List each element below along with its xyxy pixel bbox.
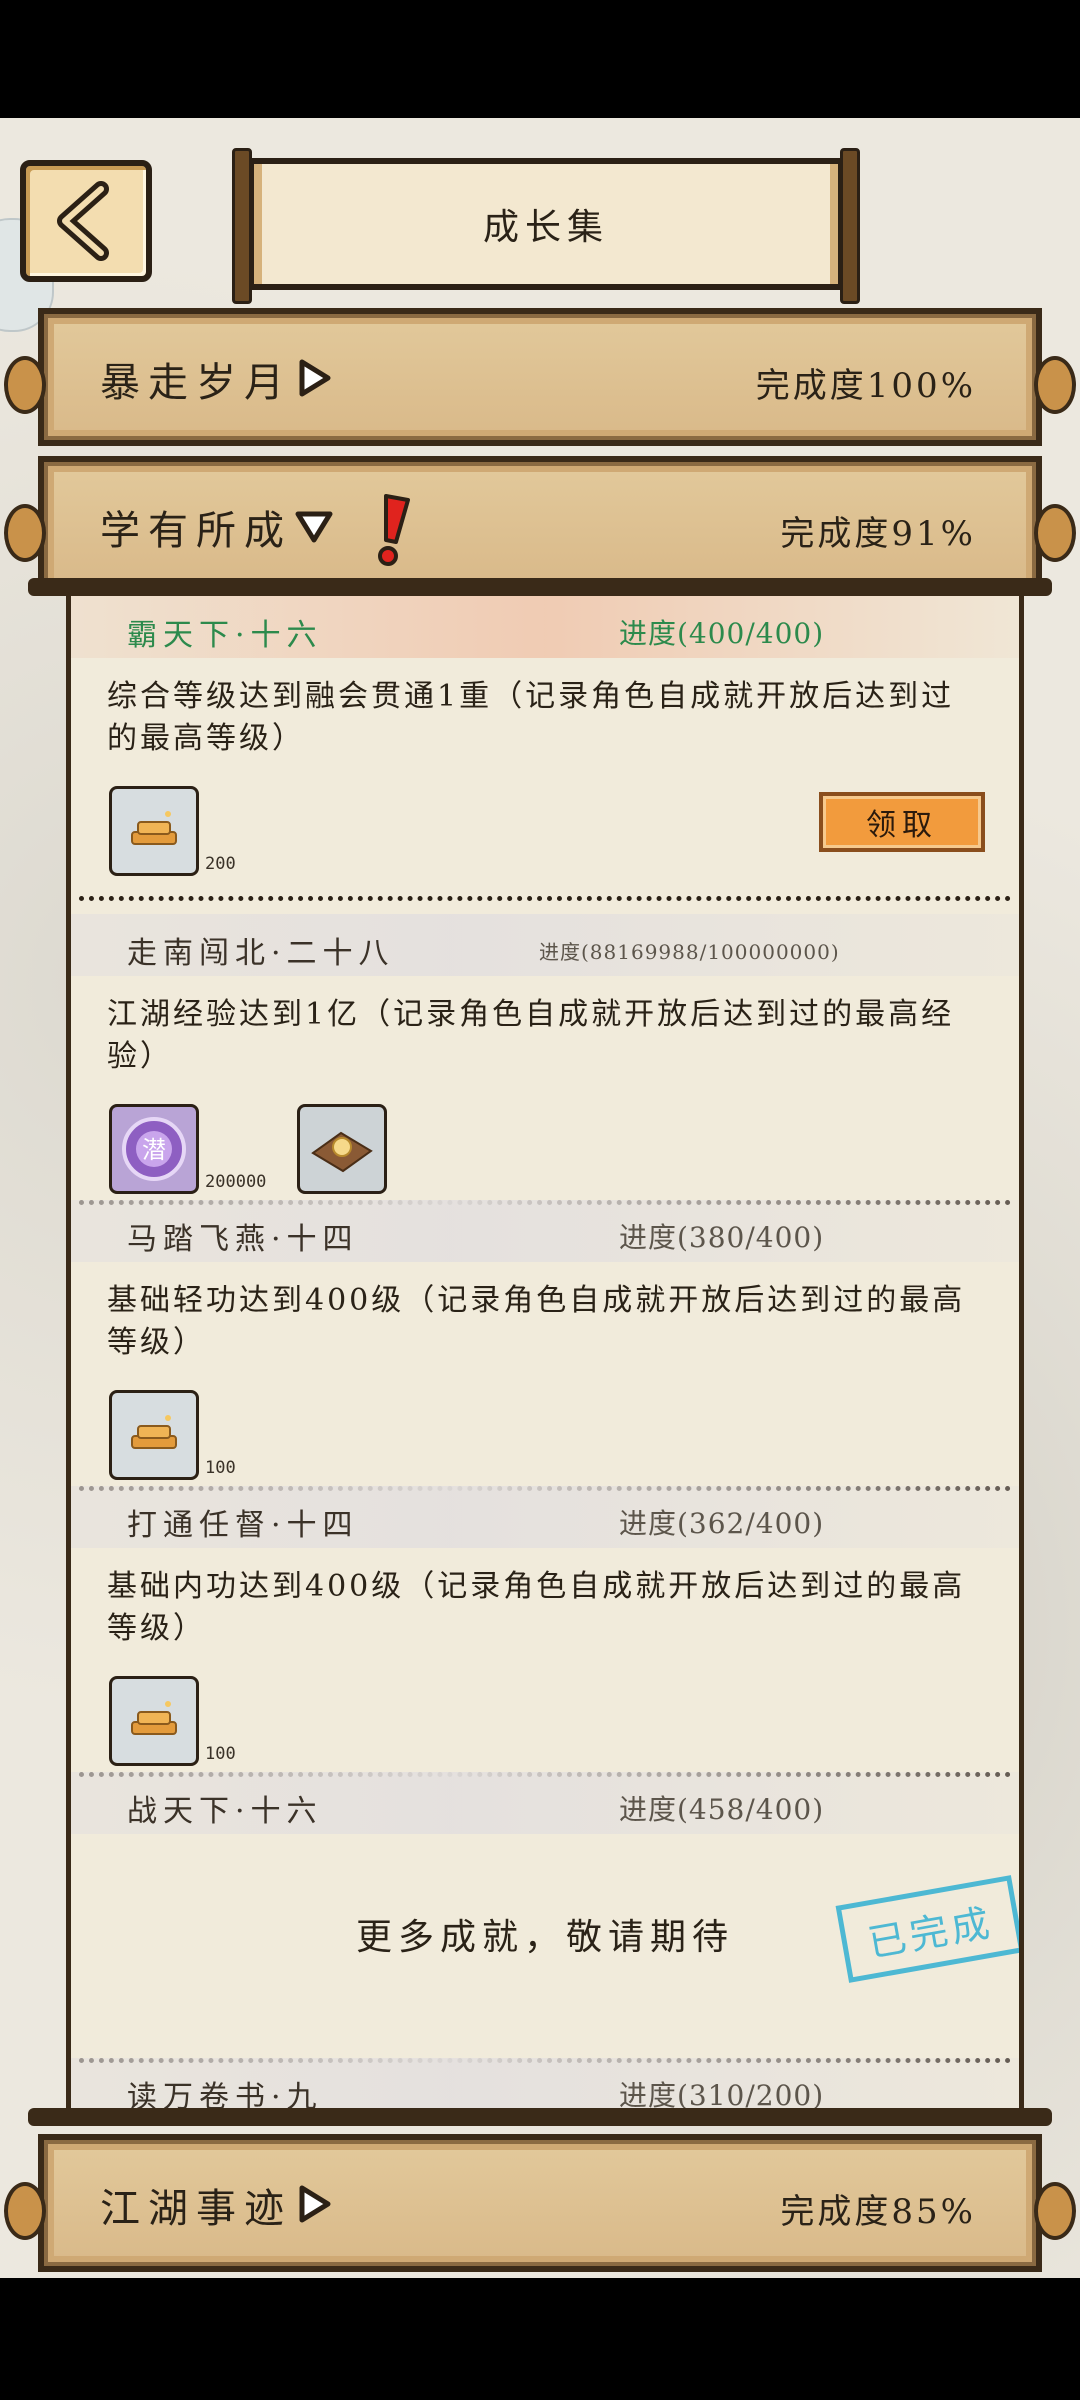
reward-count: 100 (205, 1458, 236, 1478)
item-header: 霸天下·十六 进度(400/400) (71, 596, 1019, 658)
item-description: 基础轻功达到400级（记录角色自成就开放后达到过的最高等级） (107, 1283, 966, 1360)
item-title: 战天下·十六 (127, 1794, 323, 1829)
reward-slot[interactable] (297, 1104, 387, 1194)
reward-slot[interactable] (109, 1390, 199, 1480)
page-title: 成长集 (482, 207, 609, 248)
item-description: 综合等级达到融会贯通1重（记录角色自成就开放后达到过的最高等级） (107, 679, 955, 756)
item-header: 打通任督·十四 进度(362/400) (71, 1486, 1019, 1548)
scroll-knob (4, 356, 46, 414)
page-title-scroll: 成长集 (232, 148, 860, 304)
exclamation-alert-icon (378, 494, 410, 566)
item-description: 江湖经验达到1亿（记录角色自成就开放后达到过的最高经验） (107, 997, 955, 1074)
scroll-knob (4, 2182, 46, 2240)
item-progress: 进度(88169988/100000000) (539, 940, 840, 964)
triangle-down-icon (295, 511, 333, 543)
scroll-knob (1034, 2182, 1076, 2240)
reward-slot[interactable]: 潜 (109, 1104, 199, 1194)
scroll-knob (1034, 356, 1076, 414)
item-progress: 进度(400/400) (619, 617, 825, 650)
triangle-right-icon (299, 359, 331, 397)
category-name: 学有所成 (100, 508, 292, 554)
category-bar-0[interactable]: 暴走岁月 完成度100% (4, 308, 1076, 446)
panel-rod-bottom (28, 2108, 1052, 2126)
orb-glyph: 潜 (142, 1136, 166, 1164)
gold-bars-icon (131, 1701, 177, 1735)
claim-button[interactable]: 领取 (819, 792, 985, 852)
category-name: 江湖事迹 (100, 2186, 292, 2232)
category-completion: 完成度85% (780, 2192, 976, 2232)
reward-count: 100 (205, 1744, 236, 1764)
reward-count: 200 (205, 854, 236, 874)
item-description: 基础内功达到400级（记录角色自成就开放后达到过的最高等级） (107, 1569, 966, 1646)
chevron-left-icon (57, 181, 109, 261)
scroll-knob (4, 504, 46, 562)
gold-bars-icon (131, 1415, 177, 1449)
item-header: 马踏飞燕·十四 进度(380/400) (71, 1200, 1019, 1262)
scroll-knob (1034, 504, 1076, 562)
item-title: 霸天下·十六 (127, 618, 323, 653)
item-title: 马踏飞燕·十四 (127, 1222, 359, 1257)
item-header: 战天下·十六 进度(458/400) (71, 1772, 1019, 1834)
pill-bundle-icon (311, 1131, 373, 1173)
item-progress: 进度(362/400) (619, 1507, 825, 1540)
item-progress: 进度(380/400) (619, 1221, 825, 1254)
item-title: 打通任督·十四 (127, 1508, 359, 1543)
triangle-right-icon (299, 2185, 331, 2223)
category-bar-2[interactable]: 江湖事迹 完成度85% (4, 2134, 1076, 2272)
category-bar-1[interactable]: 学有所成 完成度91% (4, 456, 1076, 594)
completed-stamp: 已完成 (835, 1875, 1019, 1983)
category-name: 暴走岁月 (100, 360, 292, 406)
gold-bars-icon (131, 811, 177, 845)
item-header: 走南闯北·二十八 进度(88169988/100000000) (71, 914, 1019, 976)
item-progress: 进度(458/400) (619, 1793, 825, 1826)
back-button[interactable] (20, 160, 152, 282)
category-completion: 完成度100% (755, 366, 976, 406)
achievement-screen: 成长集 暴走岁月 完成度100% 学有所成 完成度91% 霸天下·十六 进度(4… (0, 118, 1080, 2278)
reward-slot[interactable] (109, 786, 199, 876)
divider (79, 896, 1011, 901)
purple-orb-icon: 潜 (122, 1117, 186, 1181)
reward-slot[interactable] (109, 1676, 199, 1766)
reward-count: 200000 (205, 1172, 267, 1192)
panel-rod-top (28, 578, 1052, 596)
category-completion: 完成度91% (780, 514, 976, 554)
achievement-list[interactable]: 霸天下·十六 进度(400/400) 综合等级达到融会贯通1重（记录角色自成就开… (66, 596, 1024, 2116)
item-title: 走南闯北·二十八 (127, 936, 395, 971)
